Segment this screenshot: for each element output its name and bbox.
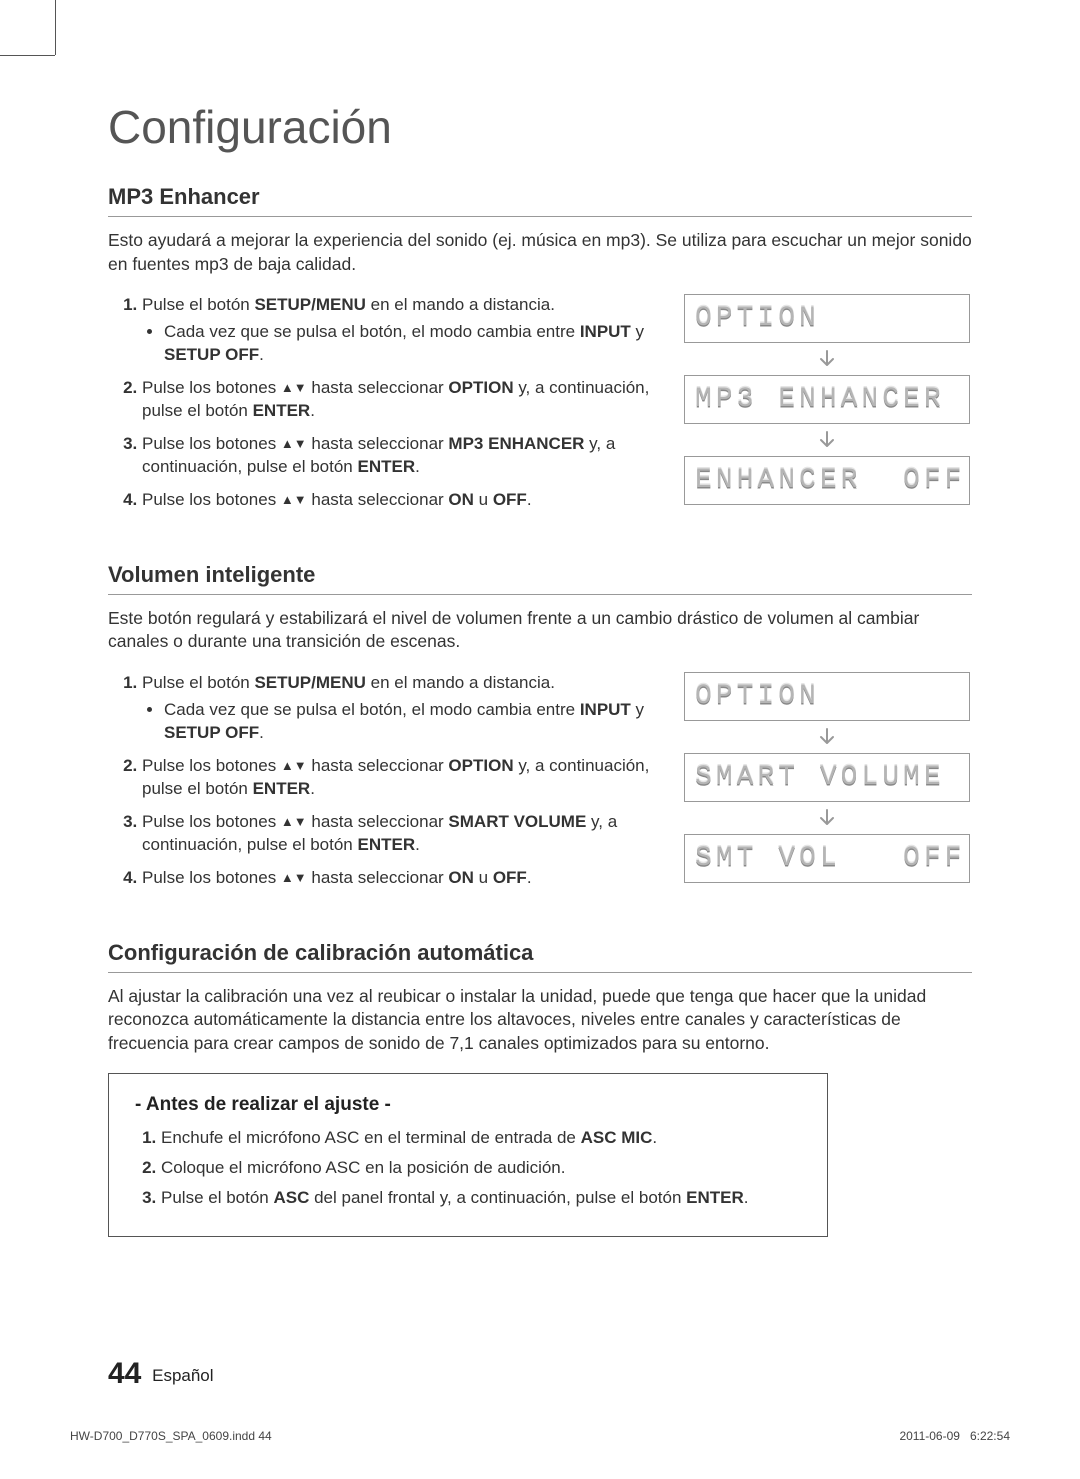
crop-marks — [0, 0, 1080, 70]
lcd-display: SMART VOLUME — [684, 753, 970, 802]
triangle-up-icon: ▲ — [281, 491, 294, 509]
lcd-display: SMT VOL OFF — [684, 834, 970, 883]
down-arrow-icon — [817, 349, 837, 369]
callout-item: Pulse el botón ASC del panel frontal y, … — [161, 1186, 801, 1210]
step-sub-item: Cada vez que se pulsa el botón, el modo … — [164, 321, 662, 367]
divider — [108, 594, 972, 595]
step-item: Pulse los botones ▲▼ hasta seleccionar S… — [142, 811, 662, 857]
step-item: Pulse los botones ▲▼ hasta seleccionar O… — [142, 867, 662, 890]
page-number: 44 — [108, 1357, 141, 1390]
triangle-up-icon: ▲ — [281, 435, 294, 453]
triangle-up-icon: ▲ — [281, 757, 294, 775]
triangle-up-icon: ▲ — [281, 813, 294, 831]
print-datetime: 2011-06-09 6:22:54 — [899, 1429, 1010, 1443]
section-heading-autocal: Configuración de calibración automática — [108, 940, 972, 966]
down-arrow-icon — [817, 808, 837, 828]
step-item: Pulse los botones ▲▼ hasta seleccionar M… — [142, 433, 662, 479]
triangle-up-icon: ▲ — [281, 869, 294, 887]
lcd-display-stack: OPTION MP3 ENHANCER ENHANCER OFF — [682, 294, 972, 505]
print-file: HW-D700_D770S_SPA_0609.indd 44 — [70, 1429, 272, 1443]
triangle-down-icon: ▼ — [294, 869, 307, 887]
down-arrow-icon — [817, 430, 837, 450]
section-blurb: Este botón regulará y estabilizará el ni… — [108, 607, 972, 654]
step-item: Pulse los botones ▲▼ hasta seleccionar O… — [142, 755, 662, 801]
callout-box: - Antes de realizar el ajuste - Enchufe … — [108, 1073, 828, 1236]
lcd-display: OPTION — [684, 294, 970, 343]
callout-item: Enchufe el micrófono ASC en el terminal … — [161, 1126, 801, 1150]
steps-list: Pulse el botón SETUP/MENU en el mando a … — [108, 294, 662, 512]
down-arrow-icon — [817, 727, 837, 747]
divider — [108, 216, 972, 217]
step-item: Pulse el botón SETUP/MENU en el mando a … — [142, 672, 662, 745]
lcd-display: MP3 ENHANCER — [684, 375, 970, 424]
step-item: Pulse el botón SETUP/MENU en el mando a … — [142, 294, 662, 367]
callout-item: Coloque el micrófono ASC en la posición … — [161, 1156, 801, 1180]
step-sub-item: Cada vez que se pulsa el botón, el modo … — [164, 699, 662, 745]
triangle-down-icon: ▼ — [294, 379, 307, 397]
print-metadata: HW-D700_D770S_SPA_0609.indd 44 2011-06-0… — [70, 1429, 1010, 1443]
step-item: Pulse los botones ▲▼ hasta seleccionar O… — [142, 489, 662, 512]
page-title: Configuración — [108, 100, 972, 154]
lcd-display: ENHANCER OFF — [684, 456, 970, 505]
divider — [108, 972, 972, 973]
triangle-down-icon: ▼ — [294, 813, 307, 831]
callout-title: - Antes de realizar el ajuste - — [135, 1094, 801, 1116]
lcd-display-stack: OPTION SMART VOLUME SMT VOL OFF — [682, 672, 972, 883]
page-language: Español — [152, 1366, 213, 1385]
step-item: Pulse los botones ▲▼ hasta seleccionar O… — [142, 377, 662, 423]
page-footer: 44 Español — [108, 1357, 972, 1391]
triangle-down-icon: ▼ — [294, 757, 307, 775]
section-blurb: Al ajustar la calibración una vez al reu… — [108, 985, 972, 1056]
steps-list: Pulse el botón SETUP/MENU en el mando a … — [108, 672, 662, 890]
triangle-down-icon: ▼ — [294, 435, 307, 453]
callout-steps: Enchufe el micrófono ASC en el terminal … — [135, 1126, 801, 1209]
triangle-up-icon: ▲ — [281, 379, 294, 397]
section-blurb: Esto ayudará a mejorar la experiencia de… — [108, 229, 972, 276]
lcd-display: OPTION — [684, 672, 970, 721]
triangle-down-icon: ▼ — [294, 491, 307, 509]
section-heading-smartvol: Volumen inteligente — [108, 562, 972, 588]
section-heading-mp3: MP3 Enhancer — [108, 184, 972, 210]
